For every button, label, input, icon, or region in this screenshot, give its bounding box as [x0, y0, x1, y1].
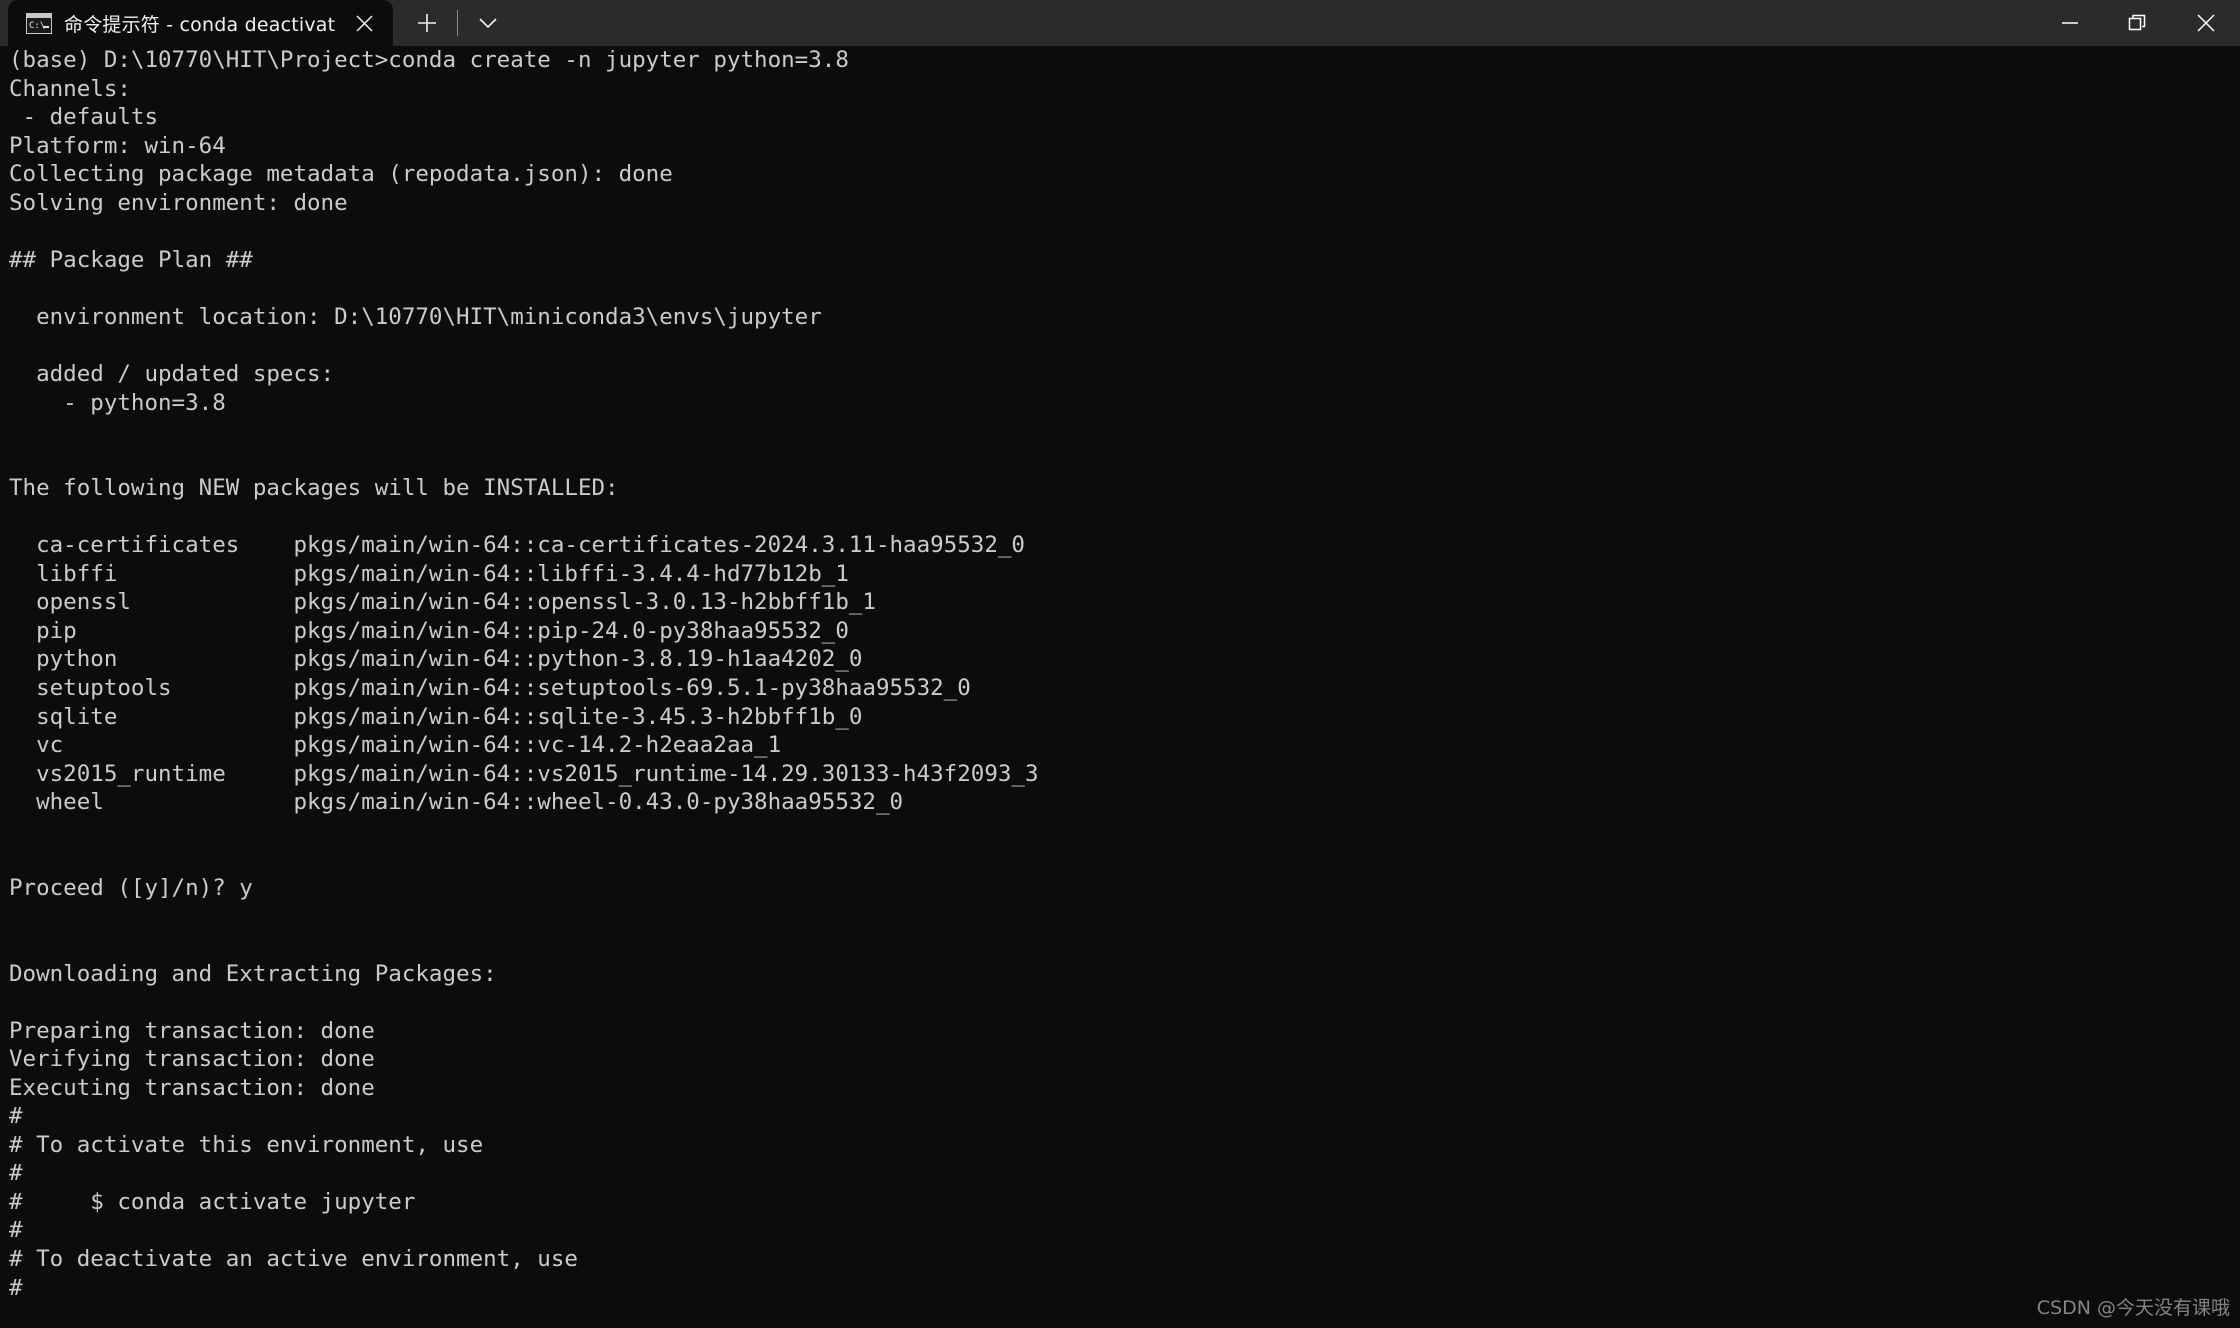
terminal-line: added / updated specs: — [9, 361, 335, 388]
terminal-line: ca-certificates pkgs/main/win-64::ca-cer… — [9, 532, 1025, 559]
terminal-line: Channels: — [9, 75, 131, 102]
terminal-line: vc pkgs/main/win-64::vc-14.2-h2eaa2aa_1 — [9, 732, 782, 759]
terminal-line: # — [9, 1103, 23, 1130]
terminal-line: python pkgs/main/win-64::python-3.8.19-h… — [9, 646, 863, 673]
terminal-output: (base) D:\10770\HIT\Project>conda create… — [9, 46, 1039, 1302]
terminal-line: The following NEW packages will be INSTA… — [9, 475, 619, 502]
terminal-line: pip pkgs/main/win-64::pip-24.0-py38haa95… — [9, 617, 849, 644]
terminal-line: setuptools pkgs/main/win-64::setuptools-… — [9, 675, 971, 702]
terminal-line: openssl pkgs/main/win-64::openssl-3.0.13… — [9, 589, 876, 616]
minimize-button[interactable] — [2036, 0, 2104, 46]
new-tab-button[interactable] — [403, 0, 451, 46]
tab-strip: C:\ 命令提示符 - conda deactivat — [0, 0, 512, 46]
terminal-line: - python=3.8 — [9, 389, 226, 416]
terminal-line: Verifying transaction: done — [9, 1046, 375, 1073]
terminal-line: # $ conda activate jupyter — [9, 1188, 416, 1215]
terminal-line: ## Package Plan ## — [9, 246, 253, 273]
tab-actions — [393, 0, 512, 46]
terminal-line: Preparing transaction: done — [9, 1017, 375, 1044]
terminal-line: environment location: D:\10770\HIT\minic… — [9, 303, 822, 330]
terminal-line: sqlite pkgs/main/win-64::sqlite-3.45.3-h… — [9, 703, 863, 730]
svg-text:C:\: C:\ — [29, 21, 45, 31]
terminal-line: Proceed ([y]/n)? y — [9, 874, 253, 901]
terminal-line: - defaults — [9, 104, 159, 131]
terminal-line: (base) D:\10770\HIT\Project>conda create… — [9, 47, 849, 73]
terminal-line: # — [9, 1274, 23, 1301]
terminal-line: Collecting package metadata (repodata.js… — [9, 161, 673, 188]
close-button[interactable] — [2172, 0, 2240, 46]
terminal-line: libffi pkgs/main/win-64::libffi-3.4.4-hd… — [9, 560, 849, 587]
console-icon: C:\ — [26, 12, 52, 34]
terminal-line: # — [9, 1217, 23, 1244]
watermark: CSDN @今天没有课哦 — [2036, 1297, 2230, 1319]
tab-command-prompt[interactable]: C:\ 命令提示符 - conda deactivat — [8, 0, 394, 46]
terminal-line: vs2015_runtime pkgs/main/win-64::vs2015_… — [9, 760, 1039, 787]
terminal-line: Executing transaction: done — [9, 1074, 375, 1101]
terminal-line: Platform: win-64 — [9, 132, 226, 159]
title-bar: C:\ 命令提示符 - conda deactivat — [0, 0, 2240, 46]
terminal-line: Downloading and Extracting Packages: — [9, 960, 497, 987]
titlebar-drag-region — [512, 0, 2036, 46]
tab-close-icon[interactable] — [347, 6, 381, 40]
tab-dropdown-button[interactable] — [464, 0, 512, 46]
tab-title: 命令提示符 - conda deactivat — [64, 13, 336, 36]
window-controls — [2036, 0, 2240, 46]
terminal-line: # — [9, 1160, 23, 1187]
terminal-line: # To deactivate an active environment, u… — [9, 1245, 578, 1272]
tab-actions-separator — [457, 10, 459, 36]
terminal-line: # To activate this environment, use — [9, 1131, 484, 1158]
restore-button[interactable] — [2104, 0, 2172, 46]
terminal-line: Solving environment: done — [9, 189, 348, 216]
terminal-surface[interactable]: (base) D:\10770\HIT\Project>conda create… — [0, 46, 2240, 1328]
terminal-line: wheel pkgs/main/win-64::wheel-0.43.0-py3… — [9, 789, 904, 816]
